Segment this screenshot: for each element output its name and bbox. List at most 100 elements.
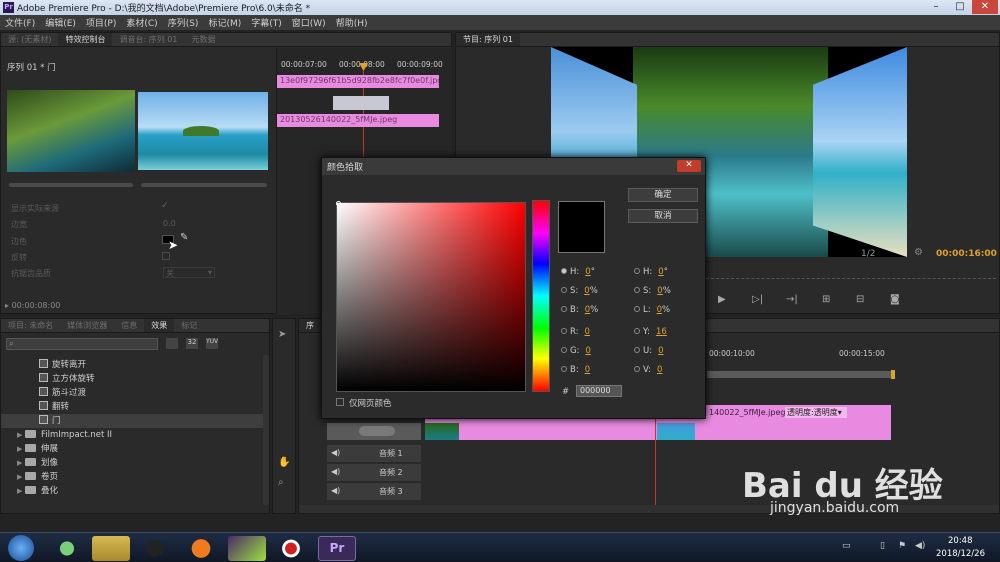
- tab-effects[interactable]: 效果: [144, 319, 175, 332]
- explorer-icon[interactable]: [92, 536, 130, 561]
- show-actual-checkbox[interactable]: ✓: [161, 201, 169, 211]
- hsb-h-field[interactable]: H: 0°: [561, 266, 595, 278]
- yuv-y-field[interactable]: Y: 16: [634, 326, 667, 338]
- audio-track-3-header[interactable]: ◀) 音频 3: [327, 483, 421, 500]
- wrench-icon[interactable]: ⚙: [914, 247, 923, 258]
- folder-item[interactable]: ▶ 伸展: [1, 442, 263, 456]
- yuv-effects-icon[interactable]: YUV: [206, 338, 218, 349]
- hsb-s-field[interactable]: S: 0%: [561, 285, 598, 297]
- ok-button[interactable]: 确定: [628, 188, 698, 202]
- premiere-taskbar-icon[interactable]: Pr: [318, 536, 356, 561]
- yuv-u-field[interactable]: U: 0: [634, 345, 664, 357]
- qq-icon[interactable]: [136, 536, 174, 561]
- record-icon[interactable]: [272, 536, 310, 561]
- effect-item[interactable]: 旋转离开: [1, 358, 263, 372]
- dialog-close-icon[interactable]: ✕: [677, 160, 701, 172]
- minimize-icon[interactable]: –: [924, 0, 948, 14]
- ec-clip-a[interactable]: 13e0f97296f61b5d928fb2e8fc7f0e0f.jpg: [277, 75, 439, 88]
- menu-edit[interactable]: 编辑(E): [40, 15, 81, 30]
- effect-item[interactable]: 立方体旋转: [1, 372, 263, 386]
- tray-icon[interactable]: ▯: [880, 541, 885, 551]
- extract-icon[interactable]: ⊟: [856, 294, 864, 305]
- menu-clip[interactable]: 素材(C): [121, 15, 162, 30]
- menu-marker[interactable]: 标记(M): [203, 15, 246, 30]
- color-field-cursor[interactable]: [336, 201, 341, 206]
- effects-search-input[interactable]: ⌕: [6, 338, 158, 350]
- tab-source[interactable]: 源: (无素材): [1, 33, 58, 46]
- start-button-icon[interactable]: [8, 535, 34, 561]
- eyedropper-icon[interactable]: ✎: [180, 232, 188, 243]
- menu-title[interactable]: 字幕(T): [246, 15, 287, 30]
- ec-clip-b[interactable]: 20130526140022_5fMJe.jpeg: [277, 114, 439, 127]
- clock-time[interactable]: 20:48: [948, 536, 973, 546]
- firefox-icon[interactable]: [182, 536, 220, 561]
- expand-arrow-icon[interactable]: ▶: [17, 428, 25, 442]
- hsl-h-field[interactable]: H: 0°: [634, 266, 668, 278]
- work-area-end[interactable]: [891, 370, 895, 379]
- yuv-v-field[interactable]: V: 0: [634, 364, 662, 376]
- speaker-icon[interactable]: ◀): [331, 486, 340, 495]
- expand-arrow-icon[interactable]: ▶: [17, 470, 25, 484]
- keyboard-icon[interactable]: ▭: [842, 541, 851, 551]
- step-forward-icon[interactable]: ▷|: [752, 294, 763, 305]
- thumb-a-slider[interactable]: [9, 183, 133, 187]
- rgb-b-field[interactable]: B: 0: [561, 364, 590, 376]
- camtasia-icon[interactable]: [228, 536, 266, 561]
- tab-markers[interactable]: 标记: [174, 319, 204, 332]
- hsb-b-field[interactable]: B: 0%: [561, 304, 598, 316]
- tab-audio-mixer[interactable]: 调音台: 序列 01: [112, 33, 184, 46]
- rgb-g-field[interactable]: G: 0: [561, 345, 591, 357]
- zoom-tool-icon[interactable]: ⌕: [278, 477, 284, 488]
- close-icon[interactable]: ✕: [972, 0, 998, 14]
- hex-input[interactable]: 000000: [576, 385, 622, 397]
- hue-slider[interactable]: [532, 200, 550, 392]
- program-ruler[interactable]: [706, 273, 996, 279]
- expand-arrow-icon[interactable]: ▶: [17, 484, 25, 498]
- accelerated-effects-icon[interactable]: [166, 338, 178, 349]
- effect-item-door[interactable]: 门: [1, 414, 263, 428]
- audio-track-2-header[interactable]: ◀) 音频 2: [327, 464, 421, 481]
- menu-sequence[interactable]: 序列(S): [163, 15, 204, 30]
- effect-item[interactable]: 翻转: [1, 400, 263, 414]
- ec-transition[interactable]: [333, 96, 389, 110]
- selection-tool-icon[interactable]: ➤: [278, 329, 286, 340]
- tab-media-browser[interactable]: 媒体浏览器: [60, 319, 114, 332]
- speaker-icon[interactable]: ◀): [331, 467, 340, 476]
- tab-effect-controls[interactable]: 特效控制台: [58, 33, 113, 46]
- zoom-fraction[interactable]: 1/2: [861, 249, 875, 259]
- menu-window[interactable]: 窗口(W): [287, 15, 331, 30]
- antialias-dropdown[interactable]: 关 ▾: [163, 267, 215, 278]
- effects-scrollbar[interactable]: [263, 355, 269, 505]
- hsl-l-field[interactable]: L: 0%: [634, 304, 670, 316]
- border-width-value[interactable]: 0.0: [163, 219, 176, 228]
- opacity-dropdown[interactable]: 透明度:透明度▾: [785, 407, 847, 418]
- expand-arrow-icon[interactable]: ▶: [17, 442, 25, 456]
- audio-track-1-header[interactable]: ◀) 音频 1: [327, 445, 421, 462]
- effect-item[interactable]: 筋斗过渡: [1, 386, 263, 400]
- tab-program[interactable]: 节目: 序列 01: [456, 33, 520, 46]
- go-to-out-icon[interactable]: →|: [786, 294, 798, 305]
- menu-help[interactable]: 帮助(H): [331, 15, 373, 30]
- tab-info[interactable]: 信息: [114, 319, 144, 332]
- hsl-s-field[interactable]: S: 0%: [634, 285, 671, 297]
- tab-sequence[interactable]: 序: [299, 319, 321, 332]
- maximize-icon[interactable]: □: [948, 0, 972, 14]
- work-area-bar[interactable]: [707, 371, 892, 378]
- volume-icon[interactable]: ◀): [915, 541, 925, 551]
- app-360-icon[interactable]: [48, 536, 86, 561]
- folder-item[interactable]: ▶ FilmImpact.net II: [1, 428, 263, 442]
- reverse-checkbox[interactable]: [162, 252, 170, 260]
- expand-arrow-icon[interactable]: ▶: [17, 456, 25, 470]
- rgb-r-field[interactable]: R: 0: [561, 326, 590, 338]
- hand-tool-icon[interactable]: ✋: [278, 457, 290, 468]
- folder-item[interactable]: ▶ 卷页: [1, 470, 263, 484]
- web-only-checkbox[interactable]: [336, 398, 344, 406]
- cancel-button[interactable]: 取消: [628, 209, 698, 223]
- play-icon[interactable]: ▶: [718, 294, 726, 305]
- menu-project[interactable]: 项目(P): [81, 15, 121, 30]
- saturation-brightness-field[interactable]: [336, 202, 526, 392]
- flag-icon[interactable]: ⚑: [898, 541, 906, 551]
- speaker-icon[interactable]: ◀): [331, 448, 340, 457]
- folder-item[interactable]: ▶ 划像: [1, 456, 263, 470]
- lift-icon[interactable]: ⊞: [822, 294, 830, 305]
